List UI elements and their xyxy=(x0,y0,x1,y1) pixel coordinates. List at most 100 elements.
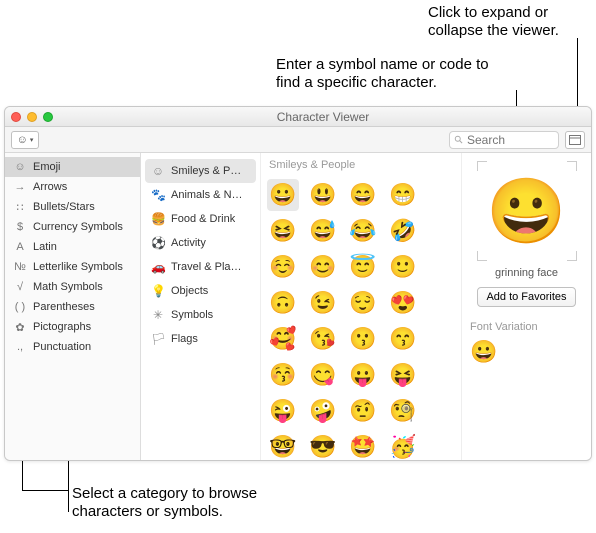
subcategory-item[interactable]: ⚽ Activity xyxy=(145,231,256,255)
minimize-button[interactable] xyxy=(27,112,37,122)
subcategory-icon: ✳ xyxy=(151,308,165,322)
emoji-cell[interactable]: 😉 xyxy=(307,287,339,319)
category-label: Latin xyxy=(33,241,57,253)
emoji-cell[interactable]: 😊 xyxy=(307,251,339,283)
subcategory-icon: 🍔 xyxy=(151,212,165,226)
options-menu-button[interactable]: ☺ ▾ xyxy=(11,131,39,149)
emoji-cell[interactable]: 😜 xyxy=(267,395,299,427)
character-viewer-window: Character Viewer ☺ ▾ ☺ Emoji →Arrows ∷ Bulle… xyxy=(4,106,592,461)
subcategory-item[interactable]: ☺ Smileys & P… xyxy=(145,159,256,183)
subcategory-label: Flags xyxy=(171,333,198,345)
preview-frame: 😀 xyxy=(477,161,577,261)
font-variation-heading: Font Variation xyxy=(470,321,583,333)
emoji-cell[interactable]: 😙 xyxy=(387,323,419,355)
category-label: Math Symbols xyxy=(33,281,103,293)
category-icon: № xyxy=(13,261,27,273)
search-icon xyxy=(454,135,464,145)
search-input[interactable] xyxy=(467,133,547,147)
subcategory-item[interactable]: ✳ Symbols xyxy=(145,303,256,327)
sidebar-item[interactable]: ☺ Emoji xyxy=(5,157,140,177)
sidebar-item[interactable]: →Arrows xyxy=(5,177,140,197)
subcategory-icon: ⚽ xyxy=(151,236,165,250)
subcategory-label: Objects xyxy=(171,285,208,297)
category-label: Punctuation xyxy=(33,341,91,353)
category-icon: ∷ xyxy=(13,201,27,214)
category-icon: A xyxy=(13,241,27,253)
sidebar-item[interactable]: A Latin xyxy=(5,237,140,257)
emoji-cell[interactable]: 🤪 xyxy=(307,395,339,427)
subcategory-label: Symbols xyxy=(171,309,213,321)
emoji-cell[interactable]: 😀 xyxy=(267,179,299,211)
subcategory-icon: 💡 xyxy=(151,284,165,298)
emoji-cell[interactable]: 🤣 xyxy=(387,215,419,247)
emoji-cell[interactable]: 🙂 xyxy=(387,251,419,283)
emoji-cell[interactable]: 😌 xyxy=(347,287,379,319)
emoji-cell[interactable]: 😂 xyxy=(347,215,379,247)
emoji-cell[interactable]: 😛 xyxy=(347,359,379,391)
smiley-menu-icon: ☺ xyxy=(17,134,28,146)
emoji-cell[interactable]: 😋 xyxy=(307,359,339,391)
sidebar-item[interactable]: №Letterlike Symbols xyxy=(5,257,140,277)
emoji-cell[interactable]: 🤨 xyxy=(347,395,379,427)
chevron-down-icon: ▾ xyxy=(30,136,34,144)
category-icon: ✿ xyxy=(13,321,27,334)
emoji-cell[interactable]: 😃 xyxy=(307,179,339,211)
sidebar-item[interactable]: ∷ Bullets/Stars xyxy=(5,197,140,217)
emoji-cell[interactable]: 🤩 xyxy=(347,431,379,460)
subcategory-item[interactable]: 🏳Flags xyxy=(145,327,256,351)
zoom-button[interactable] xyxy=(43,112,53,122)
subcategory-item[interactable]: 💡 Objects xyxy=(145,279,256,303)
emoji-cell[interactable]: 😅 xyxy=(307,215,339,247)
emoji-cell[interactable]: ☺️ xyxy=(267,251,299,283)
emoji-cell[interactable]: 😍 xyxy=(387,287,419,319)
sidebar-item[interactable]: √ Math Symbols xyxy=(5,277,140,297)
category-label: Emoji xyxy=(33,161,61,173)
emoji-cell[interactable]: 😁 xyxy=(387,179,419,211)
emoji-cell[interactable]: 🥳 xyxy=(387,431,419,460)
sidebar-item[interactable]: ( )Parentheses xyxy=(5,297,140,317)
category-label: Bullets/Stars xyxy=(33,201,95,213)
sidebar-item[interactable]: $Currency Symbols xyxy=(5,217,140,237)
subcategory-icon: 🚗 xyxy=(151,260,165,274)
category-icon: ☺ xyxy=(13,161,27,173)
category-label: Pictographs xyxy=(33,321,91,333)
search-field[interactable] xyxy=(449,131,559,149)
subcategory-label: Animals & N… xyxy=(171,189,243,201)
subcategory-label: Activity xyxy=(171,237,206,249)
sidebar-item[interactable]: .,Punctuation xyxy=(5,337,140,357)
emoji-cell[interactable]: 😄 xyxy=(347,179,379,211)
subcategory-item[interactable]: 🚗Travel & Pla… xyxy=(145,255,256,279)
category-icon: √ xyxy=(13,281,27,293)
subcategory-icon: ☺ xyxy=(151,164,165,178)
close-button[interactable] xyxy=(11,112,21,122)
sidebar-item[interactable]: ✿ Pictographs xyxy=(5,317,140,337)
subcategory-item[interactable]: 🐾Animals & N… xyxy=(145,183,256,207)
emoji-cell[interactable]: 🤓 xyxy=(267,431,299,460)
category-label: Currency Symbols xyxy=(33,221,123,233)
detail-pane: 😀 grinning face Add to Favorites Font Va… xyxy=(461,153,591,460)
emoji-cell[interactable]: 🥰 xyxy=(267,323,299,355)
character-preview: 😀 xyxy=(477,161,577,261)
add-to-favorites-button[interactable]: Add to Favorites xyxy=(477,287,575,307)
emoji-cell[interactable]: 😚 xyxy=(267,359,299,391)
emoji-cell[interactable]: 😎 xyxy=(307,431,339,460)
expand-collapse-button[interactable] xyxy=(565,131,585,149)
emoji-cell[interactable]: 🧐 xyxy=(387,395,419,427)
font-variation-glyph[interactable]: 😀 xyxy=(470,339,583,365)
subcategory-list: ☺ Smileys & P… 🐾Animals & N… 🍔 Food & Drink ⚽… xyxy=(141,153,261,460)
titlebar: Character Viewer xyxy=(5,107,591,127)
emoji-cell[interactable]: 😘 xyxy=(307,323,339,355)
subcategory-item[interactable]: 🍔 Food & Drink xyxy=(145,207,256,231)
emoji-cell[interactable]: 😗 xyxy=(347,323,379,355)
callout-search: Enter a symbol name or code to find a sp… xyxy=(276,56,506,92)
expand-icon xyxy=(569,135,581,145)
callout-line xyxy=(68,460,69,512)
callout-expand: Click to expand or collapse the viewer. xyxy=(428,4,588,40)
emoji-cell[interactable]: 😝 xyxy=(387,359,419,391)
subcategory-label: Food & Drink xyxy=(171,213,235,225)
emoji-cell[interactable]: 😇 xyxy=(347,251,379,283)
emoji-cell[interactable]: 🙃 xyxy=(267,287,299,319)
callout-line xyxy=(22,490,68,491)
subcategory-label: Smileys & P… xyxy=(171,165,241,177)
emoji-cell[interactable]: 😆 xyxy=(267,215,299,247)
